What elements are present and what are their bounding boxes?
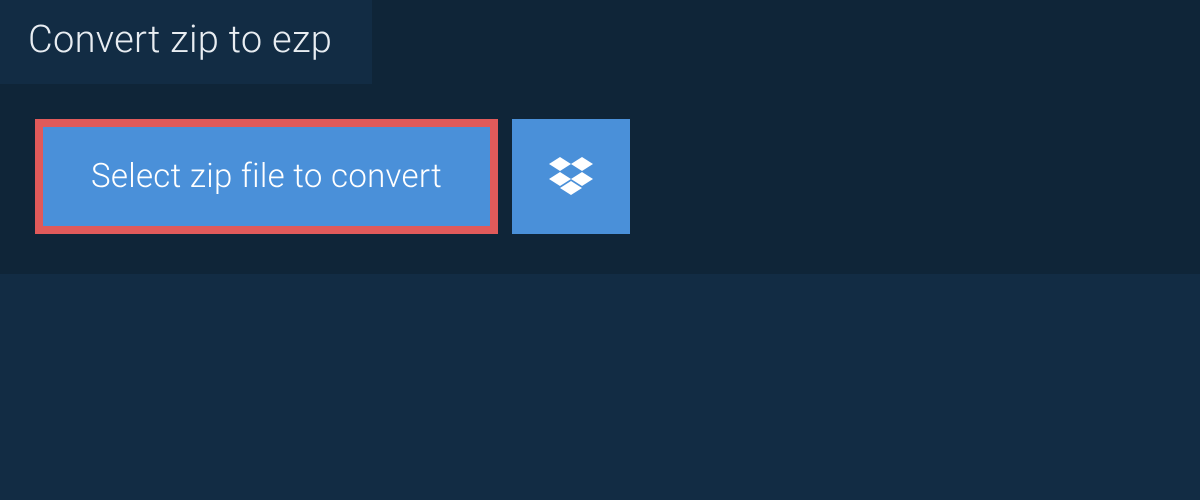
page-title-tab: Convert zip to ezp [0, 0, 372, 84]
converter-panel: Convert zip to ezp Select zip file to co… [0, 0, 1200, 274]
select-file-button[interactable]: Select zip file to convert [35, 119, 498, 234]
page-title: Convert zip to ezp [28, 18, 332, 62]
dropbox-icon [549, 157, 593, 197]
action-row: Select zip file to convert [0, 84, 1200, 234]
dropbox-button[interactable] [512, 119, 630, 234]
select-file-label: Select zip file to convert [91, 157, 442, 196]
